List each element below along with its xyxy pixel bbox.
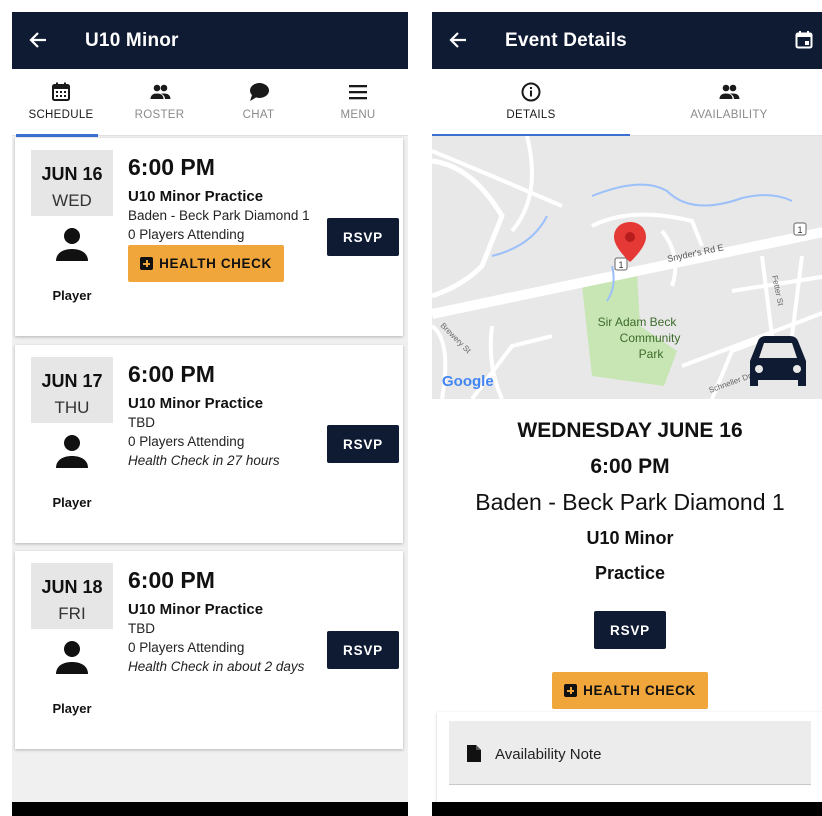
health-check-label: HEALTH CHECK bbox=[583, 683, 696, 698]
event-location: Baden - Beck Park Diamond 1 bbox=[475, 489, 785, 515]
tab-label: AVAILABILITY bbox=[690, 109, 768, 121]
event-team: U10 Minor bbox=[586, 528, 674, 548]
date-box: JUN 16 WED bbox=[31, 150, 113, 216]
event-time: 6:00 PM bbox=[128, 567, 215, 593]
car-icon[interactable] bbox=[750, 336, 806, 386]
players-attending: 0 Players Attending bbox=[128, 434, 245, 449]
rsvp-label: RSVP bbox=[610, 622, 650, 638]
arrow-left-icon[interactable] bbox=[28, 30, 48, 50]
person-icon bbox=[56, 641, 88, 674]
system-nav-bar bbox=[432, 802, 822, 816]
app-bar: U10 Minor bbox=[12, 12, 408, 69]
tab-chat[interactable]: CHAT bbox=[209, 69, 308, 136]
event-type: Practice bbox=[594, 563, 666, 583]
page-title: U10 Minor bbox=[85, 30, 179, 51]
tab-indicator bbox=[16, 134, 98, 137]
svg-text:1: 1 bbox=[797, 225, 802, 235]
event-location: TBD bbox=[128, 621, 155, 636]
system-nav-bar bbox=[12, 802, 408, 816]
event-weekday: THU bbox=[54, 398, 90, 417]
medical-plus-icon bbox=[140, 257, 154, 270]
hamburger-icon bbox=[349, 85, 367, 100]
calendar-icon bbox=[52, 82, 70, 101]
group-icon bbox=[150, 84, 170, 99]
tab-label: ROSTER bbox=[134, 109, 185, 121]
event-weekday: FRI bbox=[58, 604, 86, 623]
event-location: Baden - Beck Park Diamond 1 bbox=[128, 208, 310, 223]
park-label-line3: Park bbox=[639, 347, 665, 361]
event-time: 6:00 PM bbox=[128, 154, 215, 180]
rsvp-button[interactable]: RSVP bbox=[327, 218, 399, 256]
event-time: 6:00 PM bbox=[128, 361, 215, 387]
date-box: JUN 18 FRI bbox=[31, 563, 113, 629]
location-map[interactable]: Snyder's Rd E Fetter St Brewery St Schne… bbox=[432, 136, 822, 399]
tab-label: SCHEDULE bbox=[28, 109, 94, 121]
tab-roster[interactable]: ROSTER bbox=[110, 69, 209, 136]
tab-availability[interactable]: AVAILABILITY bbox=[630, 69, 822, 136]
health-check-note: Health Check in about 2 days bbox=[128, 659, 305, 674]
event-month-day: JUN 18 bbox=[41, 577, 103, 597]
tab-label: MENU bbox=[340, 109, 376, 121]
rsvp-button[interactable]: RSVP bbox=[327, 631, 399, 669]
event-location: TBD bbox=[128, 415, 155, 430]
tab-bar: SCHEDULE ROSTER CHAT MENU bbox=[12, 69, 408, 137]
health-check-button[interactable]: HEALTH CHECK bbox=[552, 672, 708, 709]
note-icon bbox=[467, 745, 481, 762]
availability-note-row[interactable]: Availability Note bbox=[449, 721, 811, 785]
chat-bubble-icon bbox=[249, 83, 269, 101]
event-name: U10 Minor Practice bbox=[128, 601, 264, 618]
route-badge: 1 bbox=[793, 222, 807, 236]
group-icon bbox=[719, 84, 740, 99]
health-check-button[interactable]: HEALTH CHECK bbox=[128, 245, 284, 282]
event-date: WEDNESDAY JUNE 16 bbox=[517, 419, 743, 442]
rsvp-label: RSVP bbox=[343, 229, 383, 245]
event-card[interactable]: JUN 18 FRI Player 6:00 PM U10 Minor Prac… bbox=[15, 551, 403, 749]
availability-note-label: Availability Note bbox=[495, 746, 602, 763]
calendar-today-icon[interactable] bbox=[794, 30, 814, 50]
event-details-screen: Event Details DETAILS AVAILABILITY Snyde… bbox=[432, 12, 822, 816]
role-label: Player bbox=[52, 288, 92, 303]
availability-note-card[interactable]: Availability Note bbox=[437, 712, 822, 816]
rsvp-label: RSVP bbox=[343, 436, 383, 452]
tab-schedule[interactable]: SCHEDULE bbox=[12, 69, 110, 137]
map-canvas: Snyder's Rd E Fetter St Brewery St Schne… bbox=[432, 136, 822, 399]
date-box: JUN 17 THU bbox=[31, 357, 113, 423]
info-icon bbox=[521, 82, 541, 102]
event-name: U10 Minor Practice bbox=[128, 395, 264, 412]
tab-bar: DETAILS AVAILABILITY bbox=[432, 69, 822, 137]
page-title: Event Details bbox=[505, 30, 627, 51]
schedule-screen: U10 Minor SCHEDULE ROSTER CHAT MENU JUN … bbox=[12, 12, 408, 816]
park-label-line1: Sir Adam Beck bbox=[598, 315, 678, 329]
svg-text:1: 1 bbox=[618, 260, 623, 270]
event-month-day: JUN 17 bbox=[41, 371, 103, 391]
tab-label: DETAILS bbox=[506, 109, 556, 121]
tab-label: CHAT bbox=[242, 109, 275, 121]
app-bar: Event Details bbox=[432, 12, 822, 69]
event-month-day: JUN 16 bbox=[41, 164, 103, 184]
role-label: Player bbox=[52, 701, 92, 716]
event-name: U10 Minor Practice bbox=[128, 188, 264, 205]
person-icon bbox=[56, 228, 88, 261]
players-attending: 0 Players Attending bbox=[128, 227, 245, 242]
health-check-note: Health Check in 27 hours bbox=[128, 453, 280, 468]
park-label-line2: Community bbox=[620, 331, 681, 345]
event-time: 6:00 PM bbox=[590, 455, 670, 478]
role-label: Player bbox=[52, 495, 92, 510]
medical-plus-icon bbox=[564, 684, 578, 697]
tab-details[interactable]: DETAILS bbox=[432, 69, 630, 137]
route-badge: 1 bbox=[614, 257, 628, 271]
person-icon bbox=[56, 435, 88, 468]
event-card[interactable]: JUN 16 WED Player 6:00 PM U10 Minor Prac… bbox=[15, 138, 403, 336]
health-check-label: HEALTH CHECK bbox=[159, 256, 272, 271]
rsvp-button[interactable]: RSVP bbox=[594, 611, 666, 649]
players-attending: 0 Players Attending bbox=[128, 640, 245, 655]
rsvp-label: RSVP bbox=[343, 642, 383, 658]
event-weekday: WED bbox=[52, 191, 92, 210]
event-card[interactable]: JUN 17 THU Player 6:00 PM U10 Minor Prac… bbox=[15, 345, 403, 543]
google-attribution: Google bbox=[442, 373, 494, 390]
rsvp-button[interactable]: RSVP bbox=[327, 425, 399, 463]
arrow-left-icon[interactable] bbox=[448, 30, 468, 50]
tab-menu[interactable]: MENU bbox=[308, 69, 408, 136]
